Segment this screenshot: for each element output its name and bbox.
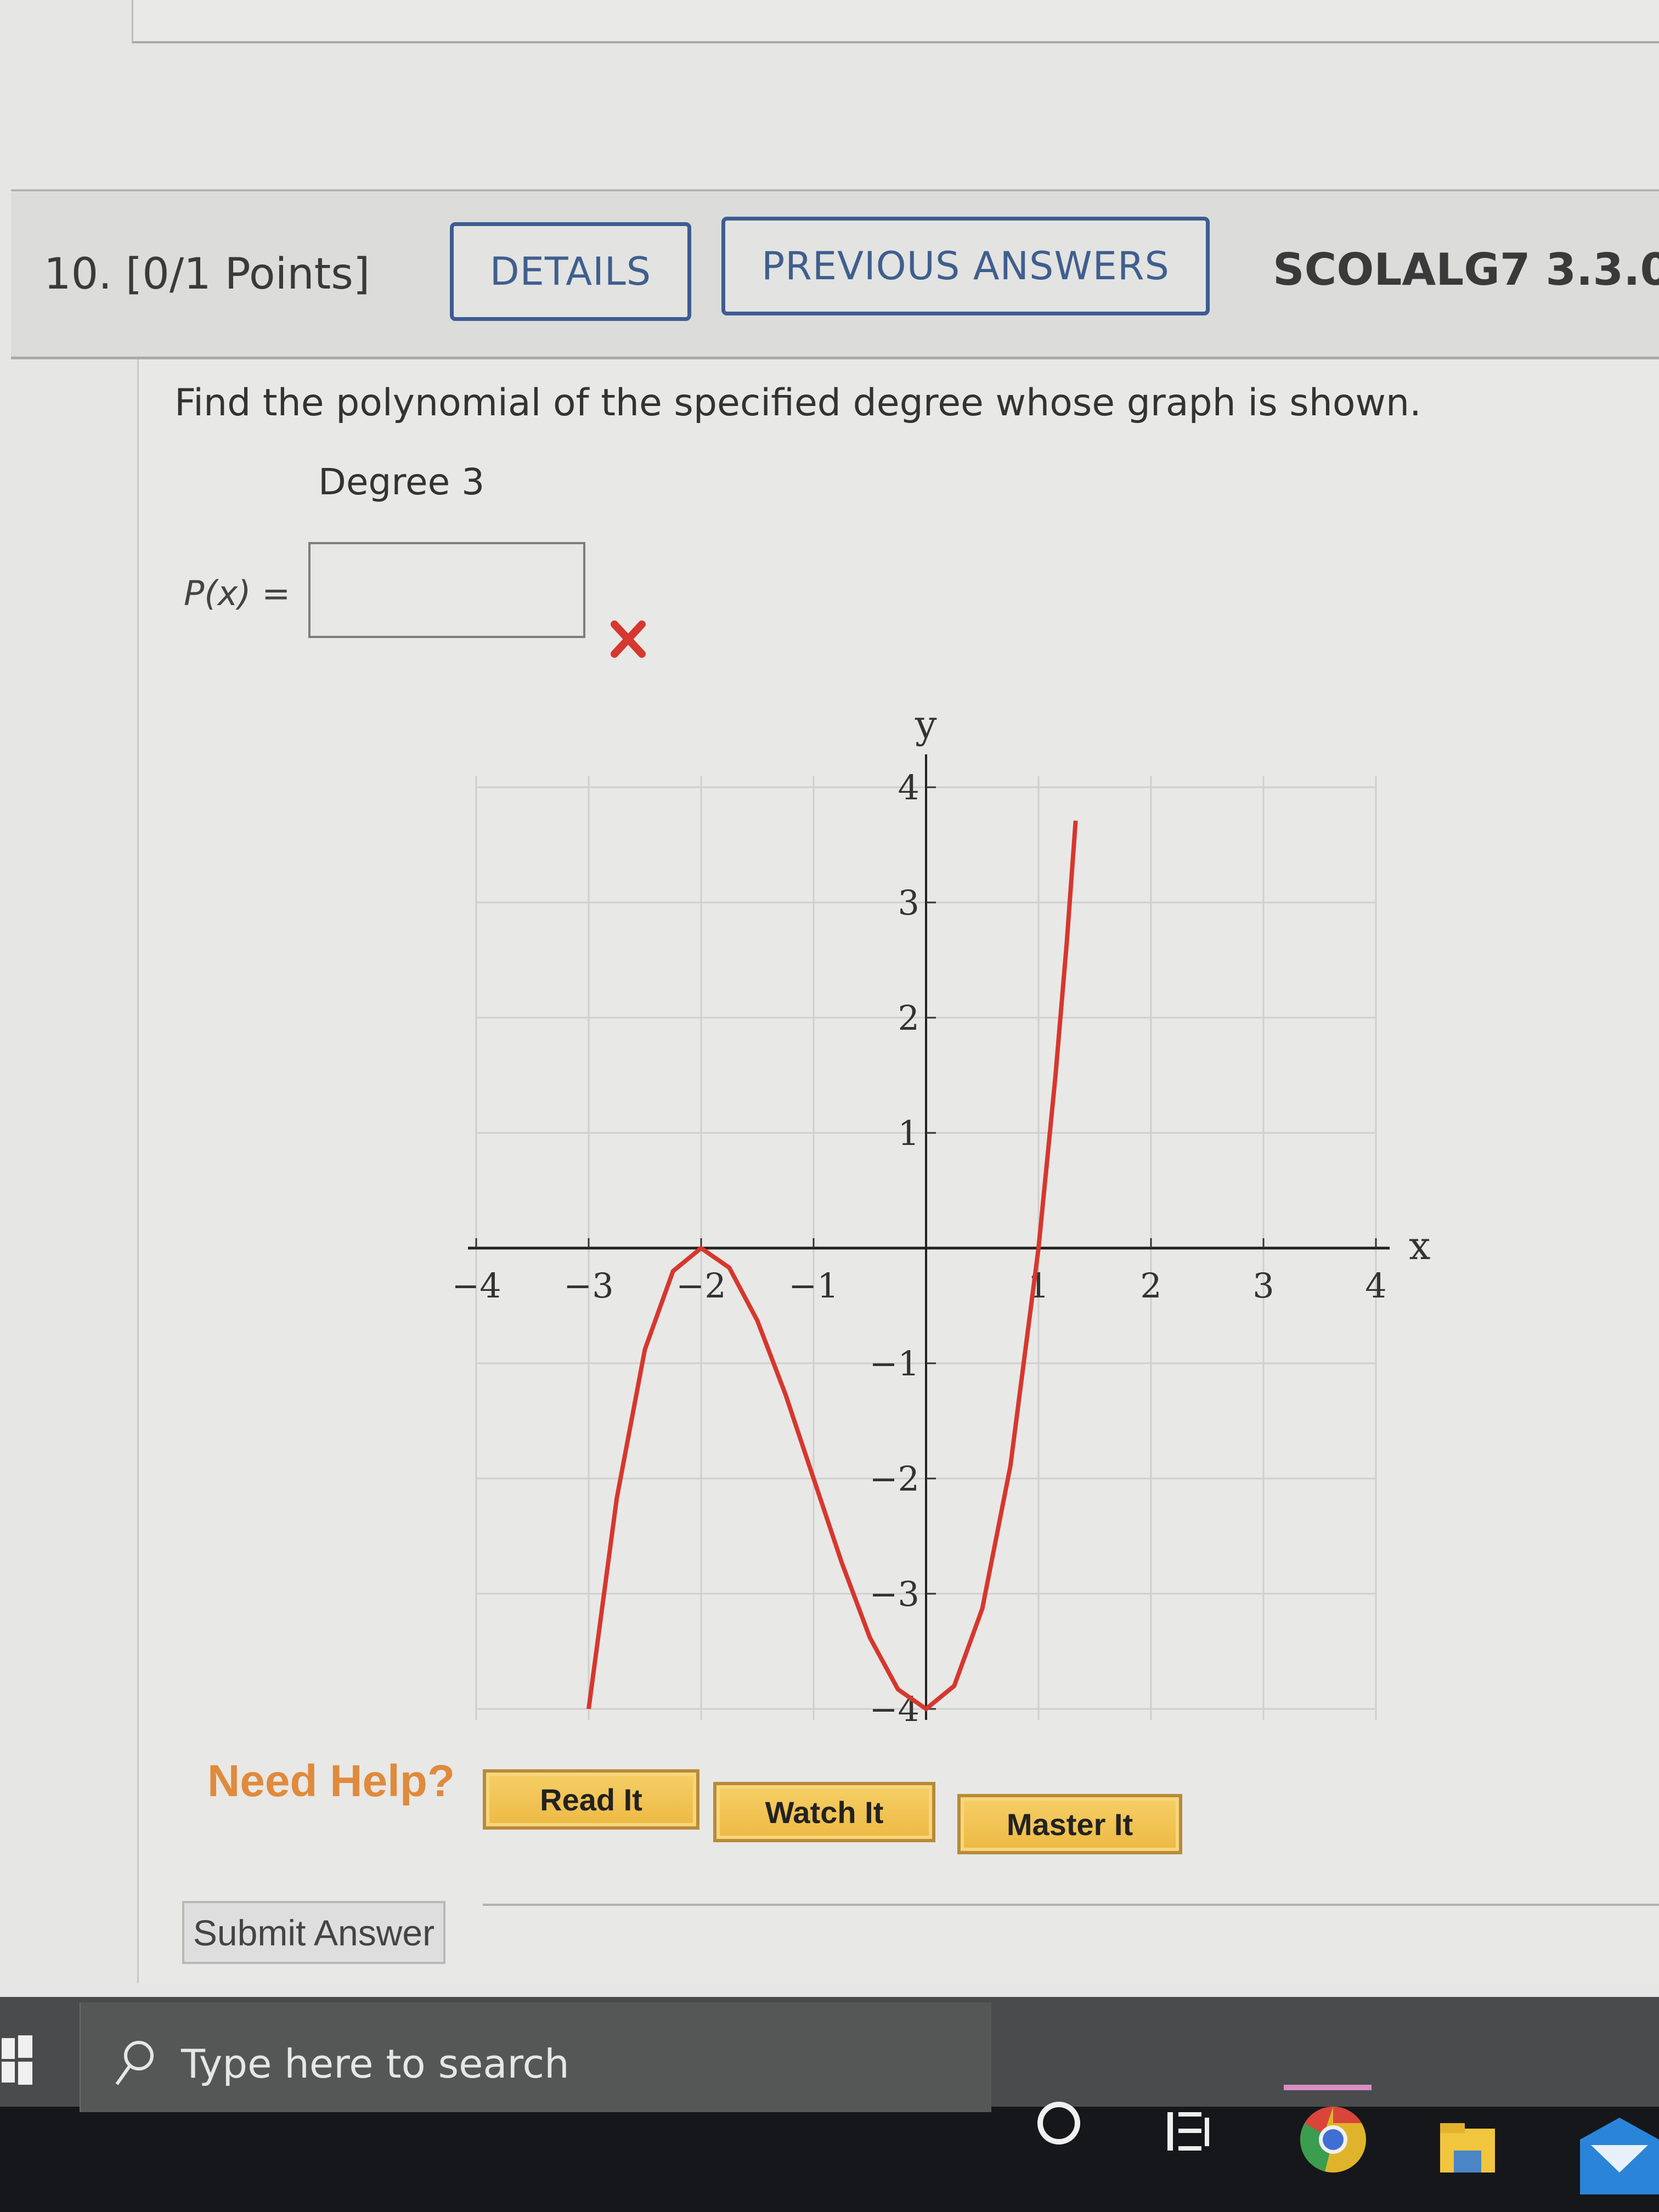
mail-icon[interactable]	[1580, 2118, 1659, 2194]
x-tick-label: −4	[455, 1266, 501, 1306]
y-tick-label: 1	[898, 1113, 919, 1153]
question-number: 10.	[44, 250, 112, 299]
taskbar-search-placeholder[interactable]: Type here to search	[181, 2041, 569, 2087]
need-help-label: Need Help?	[207, 1756, 455, 1806]
submit-answer-button[interactable]: Submit Answer	[182, 1901, 445, 1964]
x-tick-label: 2	[1140, 1266, 1161, 1306]
degree-label: Degree 3	[318, 461, 485, 503]
chrome-active-indicator	[1284, 2085, 1372, 2090]
task-view-icon[interactable]	[1163, 2107, 1212, 2156]
answer-input[interactable]	[308, 542, 585, 638]
question-prompt: Find the polynomial of the specified deg…	[174, 381, 1421, 425]
x-axis-label: x	[1409, 1223, 1430, 1268]
y-tick-label: 4	[898, 768, 919, 808]
windows-start-button[interactable]	[0, 2030, 34, 2090]
y-tick-label: −1	[870, 1344, 919, 1384]
y-tick-label: −3	[870, 1574, 919, 1614]
screen-bezel	[0, 2107, 1659, 2212]
question-number-points: 10. [0/1 Points]	[44, 250, 370, 299]
chrome-icon[interactable]	[1297, 2104, 1369, 2175]
x-tick-label: −1	[788, 1266, 838, 1306]
previous-question-panel	[132, 0, 1659, 43]
y-tick-label: −4	[870, 1689, 919, 1729]
question-points: [0/1 Points]	[125, 250, 370, 299]
file-explorer-icon[interactable]	[1437, 2118, 1498, 2178]
watch-it-button[interactable]: Watch It	[713, 1782, 935, 1842]
x-tick-label: 3	[1252, 1266, 1274, 1306]
previous-answers-button[interactable]: PREVIOUS ANSWERS	[721, 217, 1210, 315]
divider	[11, 189, 1659, 191]
cortana-icon[interactable]	[1034, 2098, 1084, 2148]
answer-label-equals: =	[262, 573, 291, 613]
y-axis-label: y	[915, 702, 937, 747]
read-it-button[interactable]: Read It	[483, 1769, 699, 1830]
y-tick-label: 3	[898, 883, 919, 923]
x-tick-label: 4	[1365, 1266, 1386, 1306]
x-tick-label: −2	[676, 1266, 726, 1306]
y-tick-label: 2	[898, 998, 919, 1038]
question-code: SCOLALG7 3.3.07	[1273, 244, 1659, 295]
polynomial-curve	[586, 820, 1078, 1711]
incorrect-x-icon	[611, 620, 646, 658]
answer-label-fn: P(x)	[184, 573, 251, 613]
search-icon	[115, 2041, 154, 2085]
polynomial-graph: −4 −3 −2 −1 1 2 3 4−4−3−2−11234 x y	[455, 702, 1430, 1729]
x-tick-label: −3	[563, 1266, 613, 1306]
windows-logo-icon	[2, 2035, 32, 2085]
divider	[483, 1904, 1659, 1906]
y-tick-label: −2	[870, 1459, 919, 1499]
answer-label: P(x) =	[184, 573, 290, 613]
details-button[interactable]: DETAILS	[450, 222, 691, 321]
master-it-button[interactable]: Master It	[957, 1794, 1182, 1854]
